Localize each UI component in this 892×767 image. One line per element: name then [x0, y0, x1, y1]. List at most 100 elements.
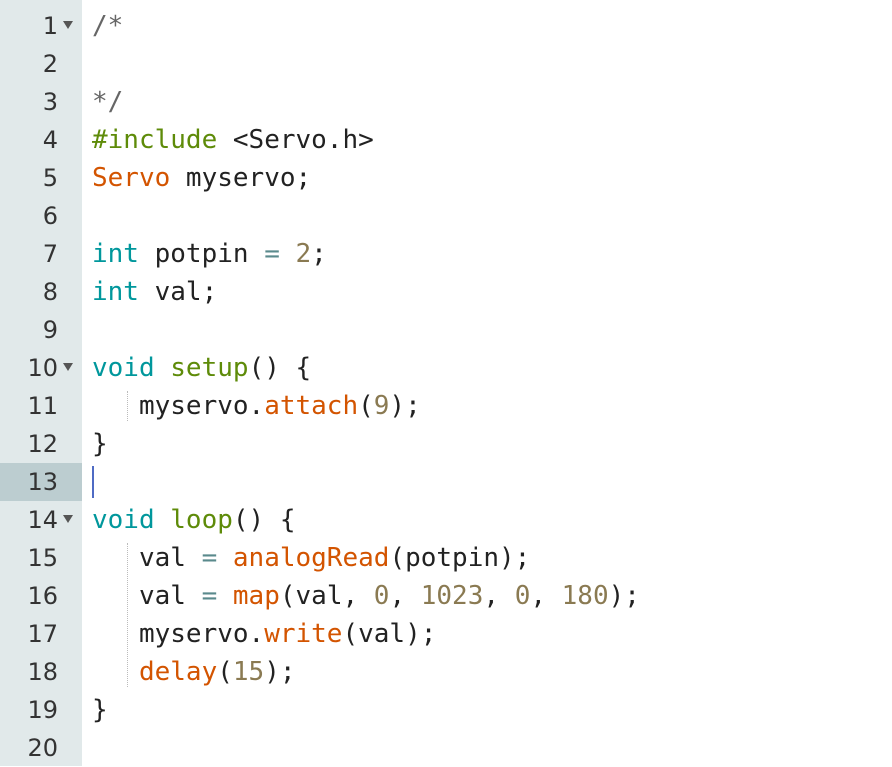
code-text[interactable]: } — [92, 425, 108, 463]
code-line[interactable]: 4 #include <Servo.h> — [0, 121, 892, 159]
indent-guide — [127, 543, 128, 687]
code-line[interactable]: 10 void setup() { — [0, 349, 892, 387]
line-number: 8 — [42, 278, 58, 306]
line-number: 10 — [27, 354, 58, 382]
line-number: 15 — [27, 544, 58, 572]
code-text[interactable]: */ — [92, 83, 123, 121]
code-token: 9 — [373, 391, 390, 421]
line-number: 13 — [27, 468, 58, 496]
code-token: */ — [92, 87, 124, 117]
code-line[interactable]: 19} — [0, 691, 892, 729]
code-token: potpin — [138, 239, 265, 269]
code-text[interactable]: myservo.write(val); — [92, 615, 436, 653]
code-text[interactable]: void loop() { — [92, 501, 296, 539]
code-token: 0 — [373, 581, 390, 611]
line-number: 17 — [27, 620, 58, 648]
code-text[interactable]: } — [92, 691, 108, 729]
line-number: 14 — [27, 506, 58, 534]
text-cursor — [92, 466, 94, 498]
code-token: = — [264, 239, 280, 269]
code-text[interactable]: #include <Servo.h> — [92, 121, 374, 159]
code-line[interactable]: 13 — [0, 463, 892, 501]
code-line[interactable]: 15 val = analogRead(potpin); — [0, 539, 892, 577]
code-line[interactable]: 5 Servo myservo; — [0, 159, 892, 197]
code-line[interactable]: 11 myservo.attach(9); — [0, 387, 892, 425]
code-editor[interactable]: 1 /* 2 3 */ 4 #include <Servo.h> 5 Servo myservo… — [0, 0, 892, 766]
code-token: } — [92, 695, 108, 725]
code-token: 0 — [514, 581, 531, 611]
fold-arrow-icon[interactable] — [63, 21, 73, 29]
code-token: /* — [92, 11, 124, 41]
code-token: (potpin); — [389, 543, 531, 573]
line-number: 19 — [27, 696, 58, 724]
code-text[interactable]: /* — [92, 7, 123, 45]
code-token: = — [201, 543, 218, 573]
code-text[interactable]: myservo.attach(9); — [92, 387, 421, 425]
code-line[interactable]: 6 — [0, 197, 892, 235]
code-token: void — [92, 505, 155, 535]
line-number: 9 — [42, 316, 58, 344]
code-token: int — [92, 239, 139, 269]
code-text[interactable]: Servo myservo; — [92, 159, 311, 197]
code-line[interactable]: 17 myservo.write(val); — [0, 615, 892, 653]
code-text[interactable]: val = map(val, 0, 1023, 0, 180); — [92, 577, 640, 615]
code-token: val — [92, 581, 202, 611]
code-token: ; — [311, 239, 327, 269]
line-number: 20 — [27, 734, 58, 762]
code-line[interactable]: 9 — [0, 311, 892, 349]
fold-arrow-icon[interactable] — [63, 515, 73, 523]
line-number: 12 — [27, 430, 58, 458]
fold-arrow-icon[interactable] — [63, 363, 73, 371]
line-number: 1 — [42, 12, 58, 40]
code-line[interactable]: 8 int val; — [0, 273, 892, 311]
code-text[interactable]: void setup() { — [92, 349, 311, 387]
code-token: 15 — [232, 657, 265, 687]
code-token: <Servo.h> — [217, 125, 374, 155]
code-token: } — [92, 429, 108, 459]
code-line[interactable]: 2 — [0, 45, 892, 83]
code-line[interactable]: 3 */ — [0, 83, 892, 121]
code-line[interactable]: 1 /* — [0, 7, 892, 45]
code-token: ( — [358, 391, 374, 421]
code-token: map — [232, 581, 280, 611]
code-token: Servo — [92, 163, 171, 193]
line-number: 18 — [27, 658, 58, 686]
code-token: #include — [92, 125, 218, 155]
code-line[interactable]: 20 — [0, 729, 892, 767]
code-line[interactable]: 7 int potpin = 2; — [0, 235, 892, 273]
line-number: 7 — [42, 240, 58, 268]
line-number: 4 — [42, 126, 58, 154]
code-token: analogRead — [232, 543, 390, 573]
code-text[interactable]: val = analogRead(potpin); — [92, 539, 530, 577]
code-token: setup — [170, 353, 249, 383]
code-token: , — [483, 581, 515, 611]
code-text[interactable]: int val; — [92, 273, 217, 311]
code-token: (val); — [342, 619, 437, 649]
line-number: 11 — [27, 392, 58, 420]
line-number: 2 — [42, 50, 58, 78]
code-token: myservo; — [170, 163, 312, 193]
code-token: myservo. — [92, 619, 265, 649]
code-line[interactable]: 12} — [0, 425, 892, 463]
code-token: 1023 — [420, 581, 484, 611]
code-text[interactable]: int potpin = 2; — [92, 235, 327, 273]
code-line[interactable]: 18 delay(15); — [0, 653, 892, 691]
code-token: ( — [217, 657, 233, 687]
code-token: val — [92, 543, 202, 573]
code-token: myservo. — [92, 391, 265, 421]
code-text[interactable]: delay(15); — [92, 653, 296, 691]
code-token: () { — [248, 353, 312, 383]
code-token: attach — [264, 391, 359, 421]
code-line[interactable]: 16 val = map(val, 0, 1023, 0, 180); — [0, 577, 892, 615]
code-line[interactable]: 14 void loop() { — [0, 501, 892, 539]
code-token: int — [92, 277, 139, 307]
line-number: 3 — [42, 88, 58, 116]
code-token: 180 — [561, 581, 609, 611]
code-token: , — [530, 581, 562, 611]
code-token: = — [201, 581, 218, 611]
